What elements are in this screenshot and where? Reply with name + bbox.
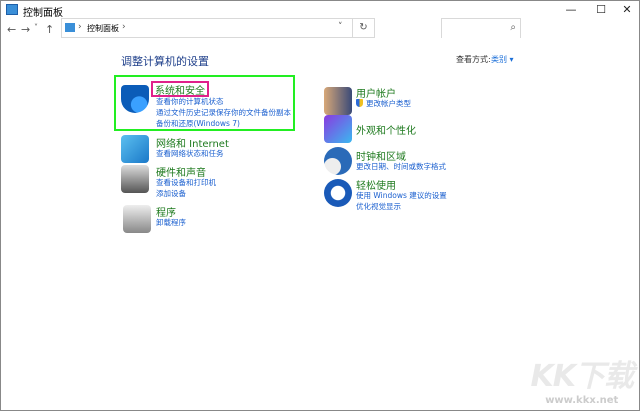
page-title: 调整计算机的设置 xyxy=(121,55,209,68)
window-title: 控制面板 xyxy=(23,8,63,19)
maximize-button[interactable]: ☐ xyxy=(588,1,614,19)
watermark-logo: KK下载 xyxy=(530,359,634,394)
recent-locations-button[interactable]: ˅ xyxy=(34,23,38,32)
breadcrumb-separator: › xyxy=(78,22,82,32)
minimize-button[interactable]: — xyxy=(558,1,584,19)
control-panel-icon xyxy=(6,4,18,15)
programs-icon xyxy=(123,205,151,233)
category-appearance[interactable]: 外观和个性化 xyxy=(356,122,416,137)
highlight-box-pink xyxy=(151,81,209,97)
link-optimize-display[interactable]: 优化视觉显示 xyxy=(356,201,401,212)
network-icon xyxy=(121,135,149,163)
watermark: KK下载 www.kkx.net xyxy=(531,351,634,406)
refresh-button[interactable]: ↻ xyxy=(353,18,375,38)
back-button[interactable]: ← xyxy=(7,23,16,36)
search-box[interactable]: ⌕ xyxy=(441,18,521,40)
link-devices-printers[interactable]: 查看设备和打印机 xyxy=(156,177,216,188)
address-bar[interactable]: › 控制面板 › ˅ xyxy=(61,18,353,38)
link-add-device[interactable]: 添加设备 xyxy=(156,188,186,199)
printer-icon xyxy=(121,165,149,193)
close-button[interactable]: ✕ xyxy=(614,1,640,19)
ease-of-access-icon xyxy=(324,179,352,207)
address-dropdown-icon[interactable]: ˅ xyxy=(338,22,343,32)
up-button[interactable]: ↑ xyxy=(45,23,54,36)
breadcrumb-separator[interactable]: › xyxy=(122,22,126,32)
link-uninstall[interactable]: 卸载程序 xyxy=(156,217,186,228)
clock-icon xyxy=(324,147,352,175)
link-network-status[interactable]: 查看网络状态和任务 xyxy=(156,148,224,159)
forward-button[interactable]: → xyxy=(21,23,30,36)
uac-shield-icon xyxy=(356,99,363,107)
search-icon: ⌕ xyxy=(510,22,516,33)
search-input[interactable] xyxy=(442,22,520,40)
link-change-account-type[interactable]: 更改帐户类型 xyxy=(366,98,411,109)
view-by-label: 查看方式: xyxy=(456,55,491,64)
breadcrumb-control-panel[interactable]: 控制面板 xyxy=(87,23,119,34)
watermark-url: www.kkx.net xyxy=(545,395,619,406)
user-accounts-icon xyxy=(324,87,352,115)
link-recommended-settings[interactable]: 使用 Windows 建议的设置 xyxy=(356,190,447,201)
control-panel-icon xyxy=(65,23,75,32)
view-by-dropdown[interactable]: 类别 ▾ xyxy=(491,54,514,65)
appearance-icon xyxy=(324,115,352,143)
link-date-time-format[interactable]: 更改日期、时间或数字格式 xyxy=(356,161,446,172)
